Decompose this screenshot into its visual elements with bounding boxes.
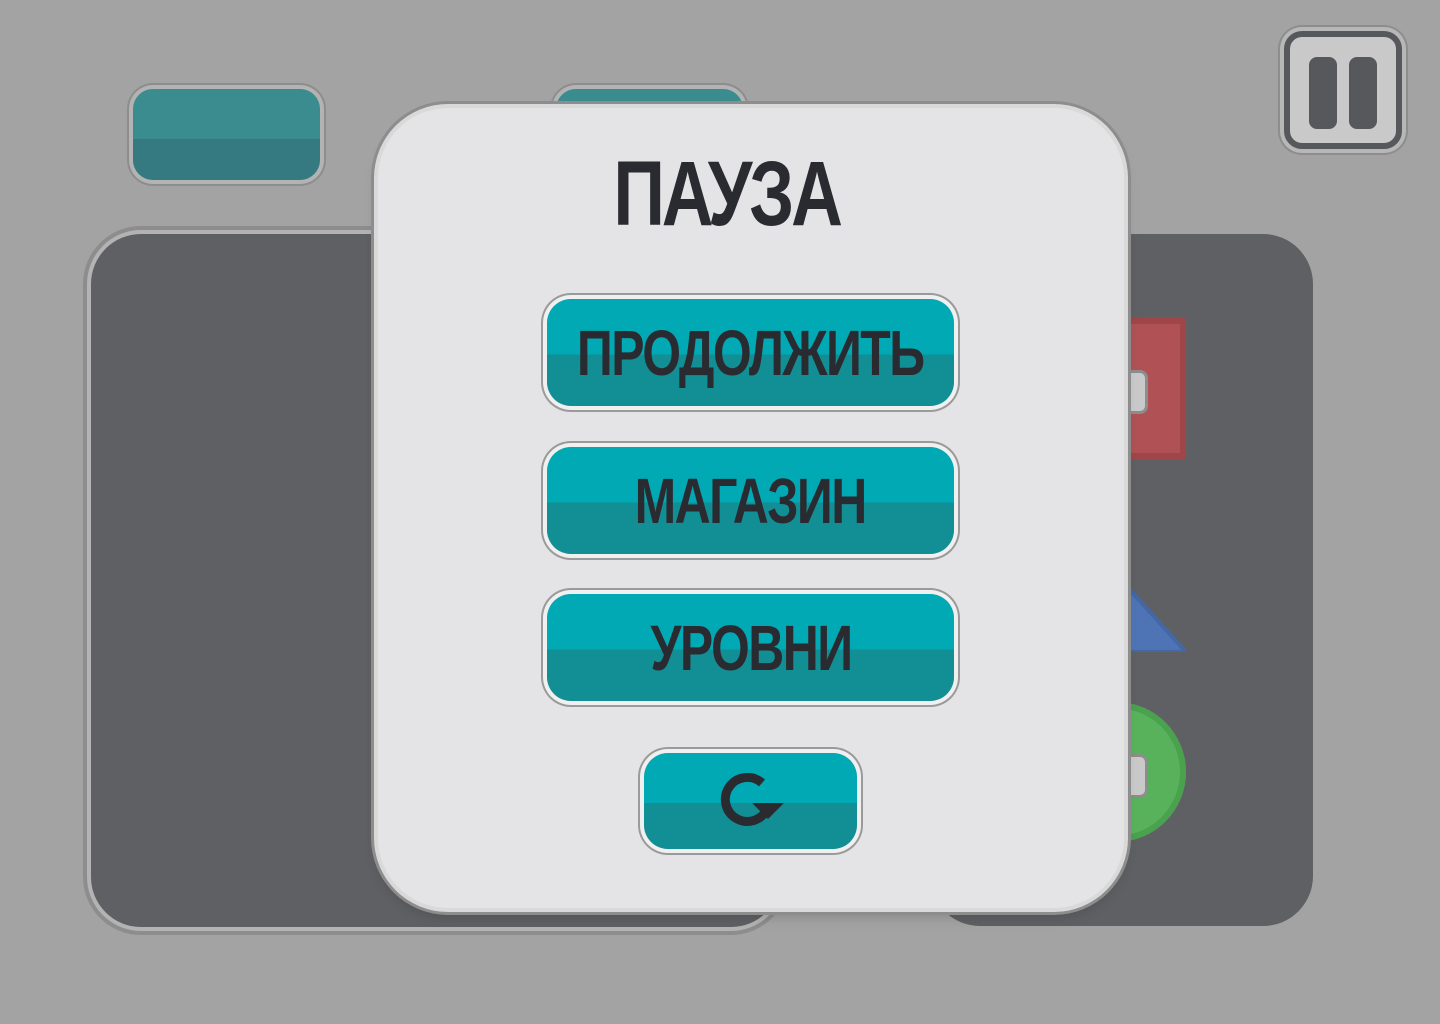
shop-button[interactable]: МАГАЗИН: [547, 447, 954, 554]
restart-button[interactable]: [644, 753, 857, 849]
restart-icon: [718, 773, 784, 829]
pause-button[interactable]: [1284, 31, 1402, 149]
levels-button[interactable]: УРОВНИ: [547, 594, 954, 701]
continue-button[interactable]: ПРОДОЛЖИТЬ: [547, 299, 954, 406]
pause-icon: [1309, 57, 1337, 129]
shop-button-label: МАГАЗИН: [634, 464, 868, 537]
game-screen: ПАУЗА ПРОДОЛЖИТЬ МАГАЗИН УРОВНИ: [0, 0, 1440, 1024]
pause-title: ПАУЗА: [613, 143, 843, 245]
levels-button-label: УРОВНИ: [649, 611, 853, 684]
pause-icon: [1349, 57, 1377, 129]
continue-button-label: ПРОДОЛЖИТЬ: [577, 316, 925, 389]
